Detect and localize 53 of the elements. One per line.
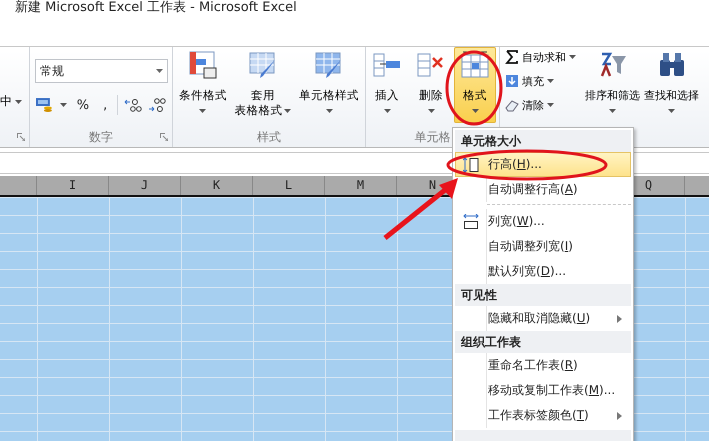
caret-icon bbox=[668, 109, 675, 113]
column-header[interactable]: I bbox=[37, 176, 109, 195]
dialog-launcher-icon[interactable] bbox=[17, 133, 25, 141]
ribbon-button[interactable]: 插入 bbox=[366, 47, 408, 123]
ribbon-button[interactable]: 单元格样式 bbox=[297, 47, 362, 123]
caret-icon bbox=[284, 108, 292, 112]
dialog-launcher-icon[interactable] bbox=[160, 133, 168, 141]
menu-section-header: 可见性 bbox=[455, 284, 631, 306]
fill-down-icon bbox=[505, 74, 519, 88]
menu-section-header: 单元格大小 bbox=[455, 130, 631, 152]
ribbon-small-button[interactable]: 自动求和 bbox=[505, 47, 576, 67]
sigma-icon bbox=[505, 50, 519, 64]
column-header[interactable]: L bbox=[253, 176, 325, 195]
caret-icon bbox=[60, 103, 67, 107]
center-button[interactable]: 中 bbox=[0, 93, 12, 110]
ribbon-button[interactable]: 查找和选择 bbox=[642, 47, 701, 123]
caret-icon bbox=[326, 109, 333, 113]
ribbon-button[interactable]: 条件格式 bbox=[176, 47, 229, 123]
format-button[interactable]: , bbox=[99, 98, 112, 112]
ribbon-button[interactable]: 删除 bbox=[410, 47, 452, 123]
group-label: 单元格 bbox=[414, 128, 450, 146]
eraser-icon bbox=[505, 98, 519, 112]
column-header[interactable]: M bbox=[325, 176, 397, 195]
caret-icon bbox=[15, 100, 22, 104]
row-height-icon bbox=[463, 156, 479, 172]
ribbon-button[interactable]: 套用 表格格式 bbox=[232, 47, 294, 123]
conditional-format-icon bbox=[188, 50, 218, 80]
money-icon[interactable] bbox=[36, 97, 54, 113]
caret-icon bbox=[547, 79, 554, 83]
column-header[interactable]: K bbox=[181, 176, 253, 195]
format-cells-icon bbox=[460, 50, 490, 80]
column-header[interactable]: J bbox=[109, 176, 181, 195]
caret-icon bbox=[472, 109, 478, 113]
window-title: 新建 Microsoft Excel 工作表 - Microsoft Excel bbox=[15, 0, 297, 16]
column-width-icon bbox=[463, 214, 479, 230]
ribbon-small-button[interactable]: 填充 bbox=[505, 71, 554, 91]
group-label: 样式 bbox=[257, 128, 281, 146]
number-format-dropdown[interactable]: 常规 bbox=[35, 59, 168, 83]
decrease-decimal-icon[interactable] bbox=[148, 98, 166, 112]
caret-icon bbox=[569, 55, 576, 59]
caret-icon bbox=[199, 109, 206, 113]
caret-icon bbox=[156, 69, 163, 73]
menu-section-header: 组织工作表 bbox=[455, 331, 631, 353]
ribbon-button[interactable]: 格式 bbox=[454, 47, 496, 123]
caret-icon bbox=[384, 109, 390, 113]
format-button[interactable]: % bbox=[72, 98, 94, 112]
group-label: 数字 bbox=[89, 128, 113, 146]
ribbon-small-button[interactable]: 清除 bbox=[505, 95, 554, 115]
ribbon-button[interactable]: 排序和筛选 bbox=[583, 47, 642, 123]
caret-icon bbox=[609, 109, 616, 113]
caret-icon bbox=[428, 109, 434, 113]
increase-decimal-icon[interactable] bbox=[124, 98, 142, 112]
caret-icon bbox=[547, 103, 554, 107]
